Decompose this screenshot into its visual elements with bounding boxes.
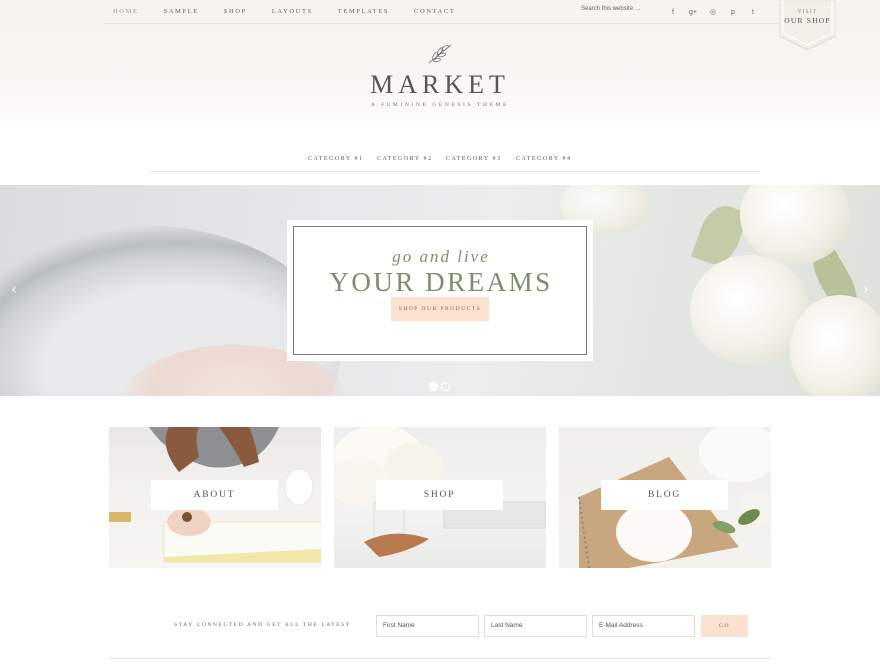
social-links: f g+ ◎ p t <box>663 4 763 20</box>
hero-callout-box: go and live YOUR DREAMS Shop Our Product… <box>287 220 593 361</box>
site-tagline: A Feminine Genesis Theme <box>371 102 509 108</box>
hero-script-text: go and live <box>392 247 490 266</box>
pinterest-icon[interactable]: p <box>723 4 743 20</box>
leaf-logo-icon <box>428 44 452 64</box>
footer-divider <box>109 658 771 659</box>
newsletter-text: Stay connected and get all the latest <box>174 622 351 628</box>
hero-headline: YOUR DREAMS <box>329 267 553 297</box>
slider-dot-2[interactable] <box>441 382 450 391</box>
shop-tile-label: Shop <box>376 480 503 510</box>
about-tile[interactable]: About <box>109 427 321 568</box>
category-link-3[interactable]: Category #3 <box>446 156 501 162</box>
nav-home[interactable]: Home <box>113 8 139 15</box>
nav-layouts[interactable]: Layouts <box>272 8 313 15</box>
category-link-1[interactable]: Category #1 <box>308 156 363 162</box>
google-plus-icon[interactable]: g+ <box>683 4 703 20</box>
category-navigation: Category #1 Category #2 Category #3 Cate… <box>150 150 760 172</box>
nav-shop[interactable]: Shop <box>224 8 247 15</box>
about-tile-label: About <box>151 480 278 510</box>
blog-tile[interactable]: Blog <box>559 427 771 568</box>
slider-next-arrow-icon[interactable]: › <box>860 283 872 297</box>
category-link-4[interactable]: Category #4 <box>516 156 571 162</box>
search-input[interactable]: Search this website … <box>581 6 661 12</box>
visit-shop-tab[interactable]: Visit Our Shop <box>779 0 836 50</box>
shop-products-button[interactable]: Shop Our Products <box>391 297 489 321</box>
nav-templates[interactable]: Templates <box>338 8 389 15</box>
last-name-field[interactable]: Last Name <box>484 615 587 637</box>
shop-tab-our-shop: Our Shop <box>784 16 831 25</box>
twitter-icon[interactable]: t <box>743 4 763 20</box>
blog-tile-label: Blog <box>601 480 728 510</box>
slider-dot-1[interactable] <box>429 382 438 391</box>
nav-sample[interactable]: Sample <box>164 8 199 15</box>
slider-dots <box>429 382 453 391</box>
newsletter-go-button[interactable]: Go <box>701 615 748 637</box>
top-menu: Home Sample Shop Layouts Templates Conta… <box>103 8 470 15</box>
instagram-icon[interactable]: ◎ <box>703 4 723 20</box>
email-field[interactable]: E-Mail Address <box>592 615 695 637</box>
shop-tab-visit: Visit <box>797 10 818 15</box>
first-name-field[interactable]: First Name <box>376 615 479 637</box>
slider-prev-arrow-icon[interactable]: ‹ <box>8 283 20 297</box>
shop-tile[interactable]: Shop <box>334 427 546 568</box>
site-title[interactable]: MARKET <box>340 70 540 100</box>
hero-callout-frame: go and live YOUR DREAMS Shop Our Product… <box>293 226 587 355</box>
facebook-icon[interactable]: f <box>663 4 683 20</box>
top-navigation: Home Sample Shop Layouts Templates Conta… <box>103 0 780 24</box>
category-link-2[interactable]: Category #2 <box>377 156 432 162</box>
shop-tab-shape <box>779 0 836 50</box>
nav-contact[interactable]: Contact <box>414 8 455 15</box>
